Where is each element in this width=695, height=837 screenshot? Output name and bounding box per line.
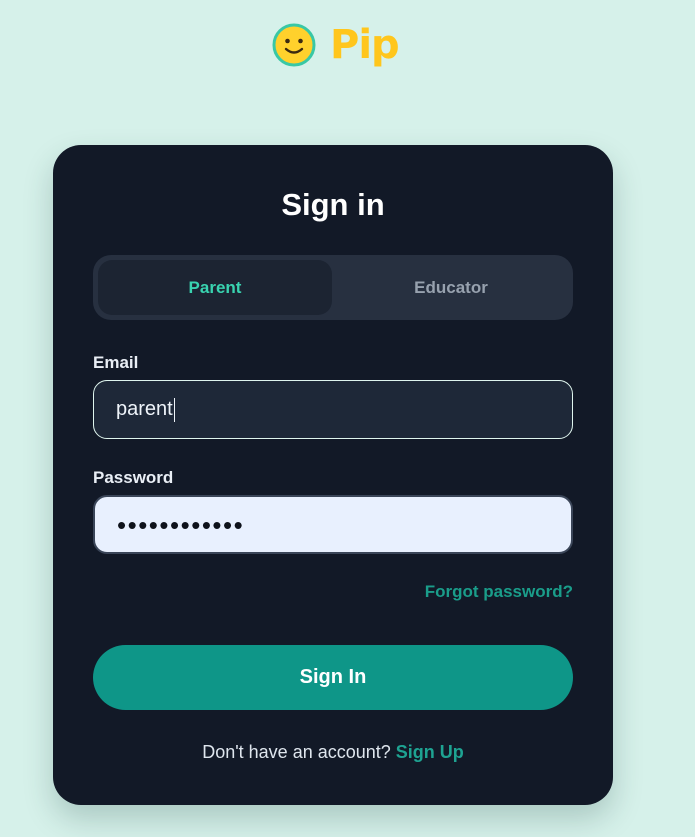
email-field[interactable]: parent [93, 380, 573, 439]
brand-logo: Pip [272, 22, 400, 68]
password-field[interactable]: •••••••••••• [93, 495, 573, 554]
signup-row: Don't have an account? Sign Up [53, 742, 613, 763]
tab-parent[interactable]: Parent [98, 260, 332, 315]
forgot-password-link[interactable]: Forgot password? [425, 582, 573, 602]
password-value: •••••••••••• [117, 509, 245, 540]
tab-educator[interactable]: Educator [334, 260, 568, 315]
sign-up-link[interactable]: Sign Up [396, 742, 464, 762]
signup-prompt: Don't have an account? [202, 742, 391, 762]
brand-name: Pip [330, 22, 400, 68]
page-title: Sign in [281, 187, 385, 222]
email-label: Email [93, 353, 139, 372]
password-label: Password [93, 468, 174, 487]
sign-in-button[interactable]: Sign In [93, 645, 573, 710]
smiley-face-icon [272, 23, 316, 67]
text-caret [173, 397, 176, 422]
email-value: parent [116, 398, 173, 420]
sign-in-card: Sign in Parent Educator Email parent Pas… [53, 145, 613, 805]
role-tabs: Parent Educator [93, 255, 573, 320]
